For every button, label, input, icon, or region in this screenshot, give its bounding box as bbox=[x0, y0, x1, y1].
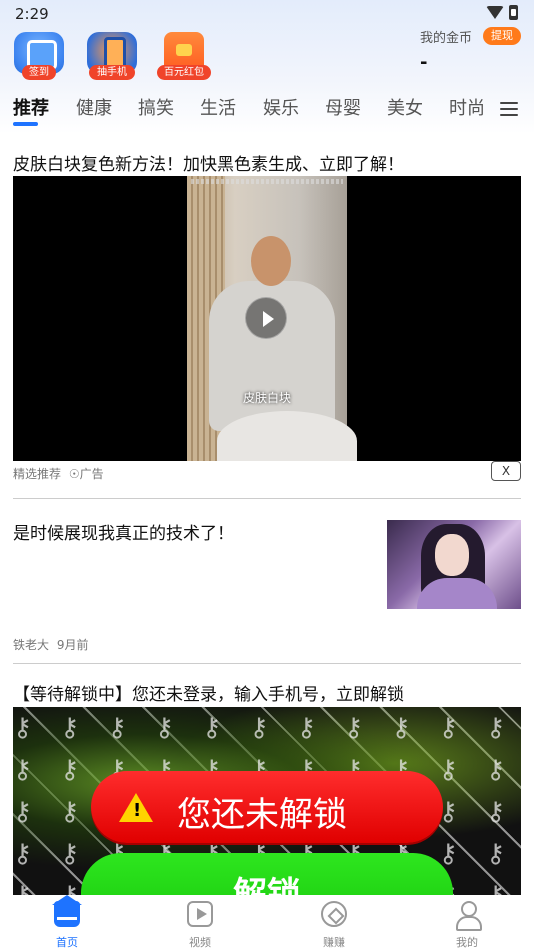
menu-icon[interactable] bbox=[500, 102, 518, 117]
article-thumbnail[interactable] bbox=[387, 520, 521, 609]
withdraw-button[interactable]: 提现 bbox=[483, 27, 521, 45]
article-title[interactable]: 皮肤白块复色新方法！加快黑色素生成、立即了解！ bbox=[13, 150, 404, 175]
tab-entertainment[interactable]: 娱乐 bbox=[263, 94, 299, 120]
draw-phone-label: 抽手机 bbox=[89, 65, 135, 80]
ad-label: 广告 bbox=[79, 467, 104, 481]
tab-recommended[interactable]: 推荐 bbox=[13, 94, 49, 120]
category-tabs: 推荐 健康 搞笑 生活 娱乐 母婴 美女 时尚 bbox=[0, 94, 534, 128]
profile-icon bbox=[454, 901, 482, 931]
unlock-label: 解锁 bbox=[233, 875, 301, 895]
ad-meta: 精选推荐 ☉广告 bbox=[13, 465, 104, 482]
wifi-icon bbox=[486, 6, 504, 19]
article-title[interactable]: 【等待解锁中】您还未登录，输入手机号，立即解锁 bbox=[13, 680, 404, 705]
article-meta: 铁老大 9月前 bbox=[13, 636, 88, 653]
locked-status-button[interactable]: 您还未解锁 bbox=[91, 771, 443, 843]
nav-video[interactable]: 视频 bbox=[170, 901, 230, 949]
warning-icon bbox=[119, 793, 153, 822]
locked-text: 您还未解锁 bbox=[177, 795, 347, 835]
nav-home[interactable]: 首页 bbox=[37, 895, 97, 949]
coins-value: - bbox=[420, 52, 428, 73]
video-caption: 皮肤白块 bbox=[242, 391, 291, 405]
tab-health[interactable]: 健康 bbox=[76, 94, 112, 120]
tab-parenting[interactable]: 母婴 bbox=[325, 94, 361, 120]
video-player[interactable]: 皮肤白块 bbox=[13, 176, 521, 461]
earn-icon bbox=[321, 901, 347, 927]
red-envelope-button[interactable]: 百元红包 bbox=[155, 32, 213, 80]
nav-earn-label: 赚赚 bbox=[323, 936, 345, 949]
locked-content-banner: ⚷ ⚷ ⚷ ⚷ ⚷ ⚷ ⚷ ⚷ ⚷ ⚷ ⚷ ⚷ ⚷ ⚷ ⚷ ⚷ ⚷ ⚷ ⚷ ⚷ … bbox=[13, 707, 521, 895]
status-icons bbox=[486, 5, 518, 20]
sign-in-label: 签到 bbox=[22, 65, 56, 80]
tab-life[interactable]: 生活 bbox=[200, 94, 236, 120]
play-icon[interactable] bbox=[245, 297, 287, 339]
bottom-nav: 首页 视频 赚赚 我的 bbox=[0, 895, 534, 950]
ad-mark-icon: ☉ bbox=[68, 467, 80, 481]
home-icon bbox=[52, 895, 82, 927]
tab-beauty[interactable]: 美女 bbox=[387, 94, 423, 120]
coins-label: 我的金币 bbox=[419, 31, 472, 46]
unlock-button[interactable]: 解锁 bbox=[81, 853, 453, 895]
nav-profile[interactable]: 我的 bbox=[437, 901, 497, 949]
divider bbox=[13, 663, 521, 664]
active-tab-indicator bbox=[13, 122, 38, 126]
ad-source: 精选推荐 bbox=[13, 467, 62, 481]
sign-in-button[interactable]: 签到 bbox=[11, 32, 67, 80]
nav-video-label: 视频 bbox=[189, 936, 211, 949]
draw-phone-button[interactable]: 抽手机 bbox=[84, 32, 140, 80]
nav-profile-label: 我的 bbox=[456, 936, 478, 949]
article-title[interactable]: 是时候展现我真正的技术了！ bbox=[13, 519, 234, 544]
author-name: 铁老大 bbox=[13, 638, 50, 652]
tab-fashion[interactable]: 时尚 bbox=[449, 94, 485, 120]
post-time: 9月前 bbox=[56, 638, 89, 652]
close-ad-button[interactable]: X bbox=[491, 461, 521, 481]
divider bbox=[13, 498, 521, 499]
status-time: 2:29 bbox=[15, 5, 49, 23]
nav-home-label: 首页 bbox=[56, 936, 78, 949]
red-envelope-label: 百元红包 bbox=[157, 65, 211, 80]
video-icon bbox=[187, 901, 213, 927]
tab-funny[interactable]: 搞笑 bbox=[138, 94, 174, 120]
app-header: 2:29 签到 抽手机 百元红包 我的金币 提现 - 推荐 健康 搞笑 生活 娱… bbox=[0, 0, 534, 134]
battery-icon bbox=[509, 5, 518, 20]
nav-earn[interactable]: 赚赚 bbox=[304, 901, 364, 949]
